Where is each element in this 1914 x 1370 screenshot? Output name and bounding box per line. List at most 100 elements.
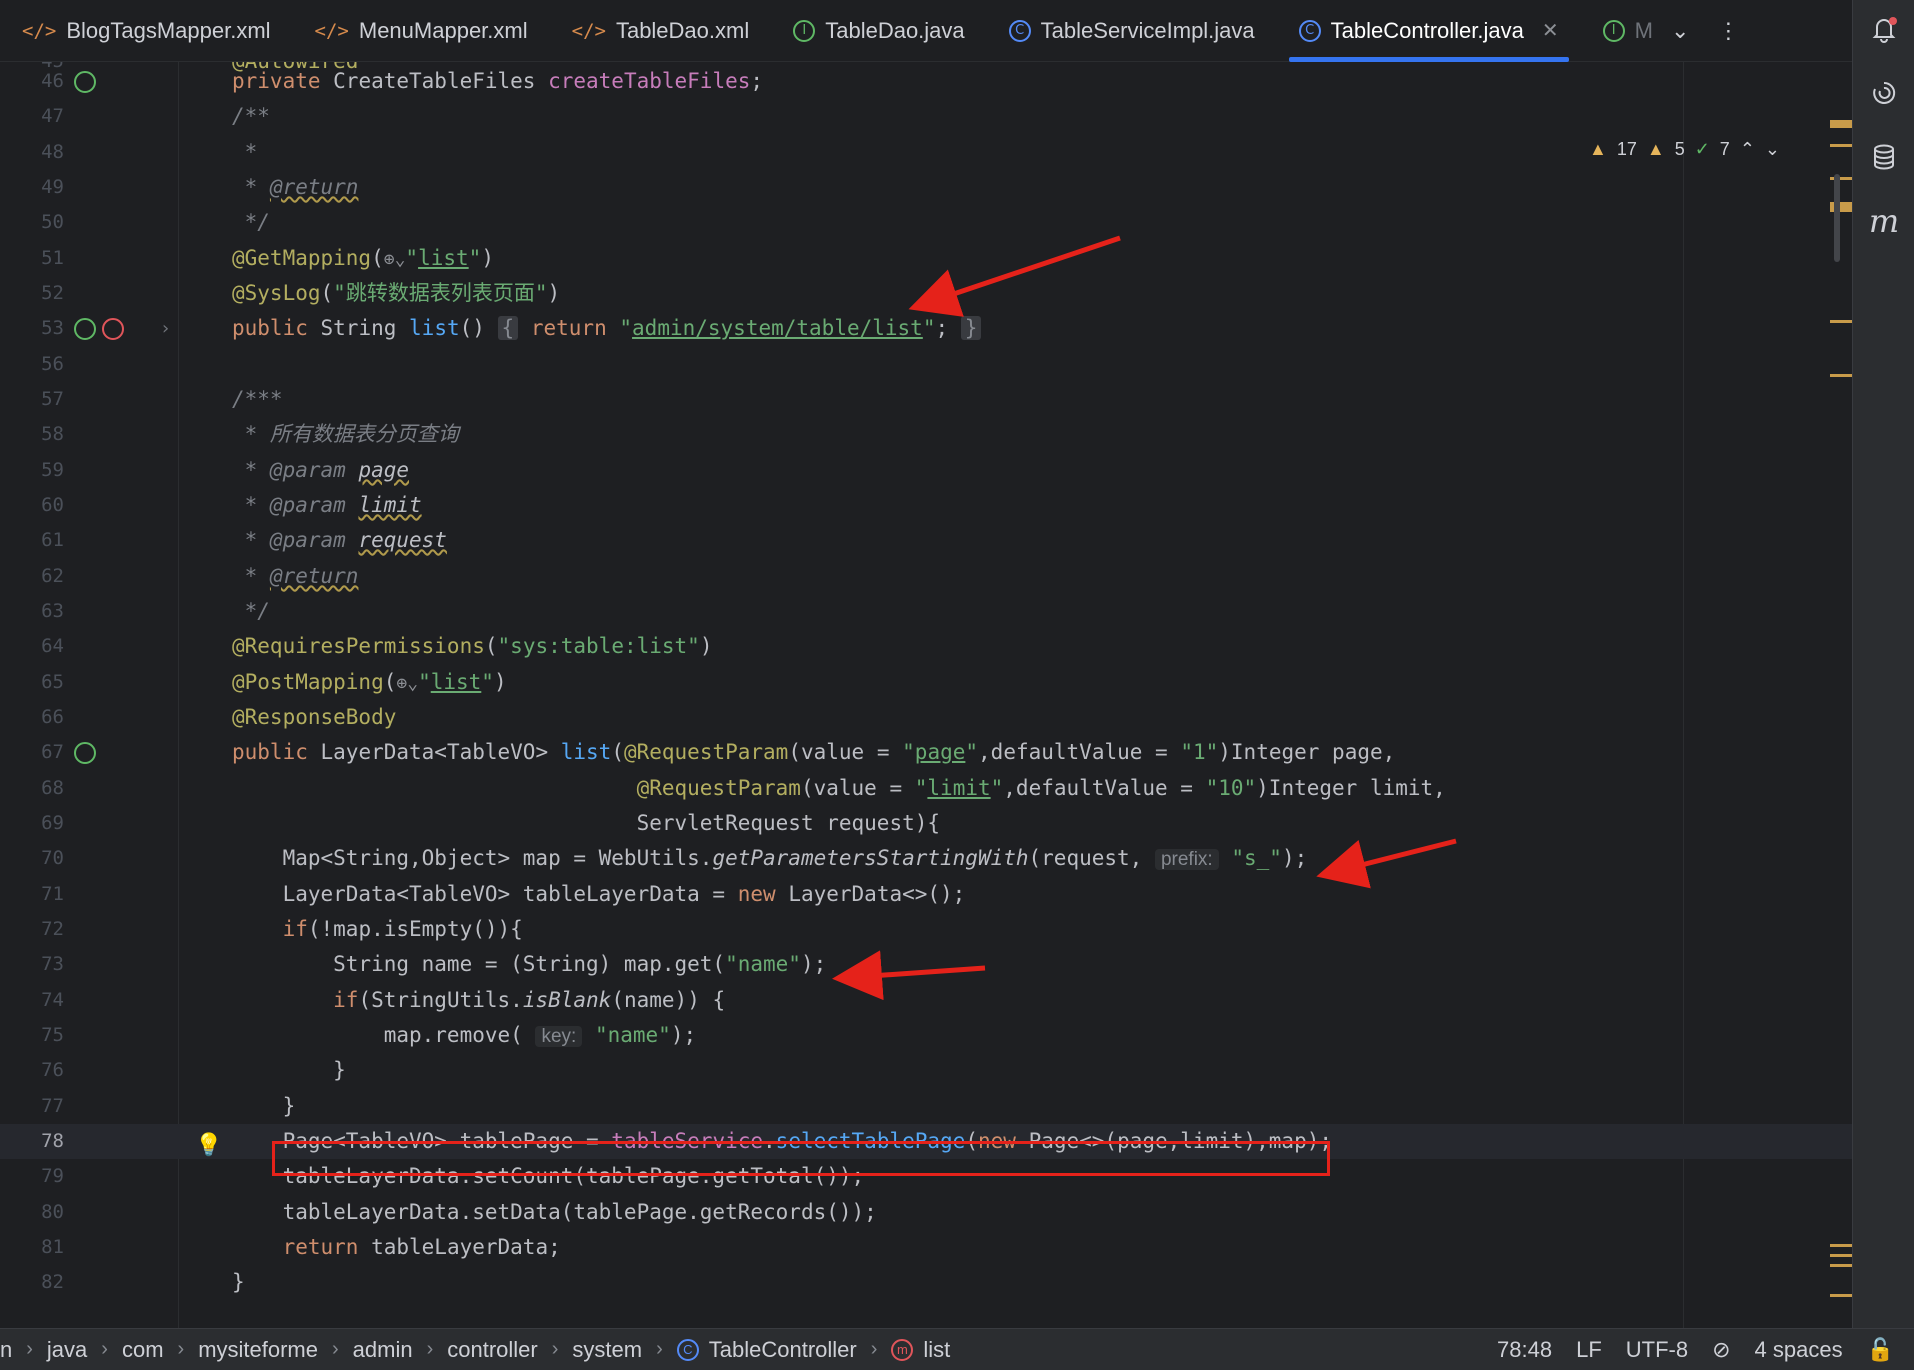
code-line: 67 public LayerData<TableVO> list(@Reques…: [41, 740, 1396, 764]
no-inspections-icon[interactable]: ⊘: [1712, 1337, 1730, 1363]
code-line: 70 Map<String,Object> map = WebUtils.get…: [41, 846, 1308, 870]
code-line: 65 @PostMapping(⊕⌄"list"): [41, 670, 507, 694]
line-separator[interactable]: LF: [1576, 1337, 1602, 1363]
chevron-right-icon: ›: [870, 1338, 878, 1360]
code-line: 64 @RequiresPermissions("sys:table:list"): [41, 634, 713, 658]
chevron-right-icon: ›: [426, 1338, 434, 1360]
file-encoding[interactable]: UTF-8: [1626, 1337, 1688, 1363]
scroll-marker[interactable]: [1830, 1254, 1852, 1257]
code-line: 72 if(!map.isEmpty()){: [41, 917, 523, 941]
chevron-right-icon: ›: [177, 1338, 185, 1360]
weak-warning-count: 5: [1674, 138, 1685, 159]
warning-count: 17: [1616, 138, 1637, 159]
code-line: 61 * @param request: [41, 528, 447, 552]
code-line: 82}: [41, 1270, 245, 1294]
chevron-right-icon: ›: [26, 1338, 33, 1360]
tab-label: TableServiceImpl.java: [1040, 17, 1255, 43]
web-endpoint-icon[interactable]: [74, 742, 96, 764]
breadcrumb-item[interactable]: TableController: [709, 1337, 857, 1363]
chevron-down-icon[interactable]: ⌄: [1657, 18, 1703, 44]
close-icon[interactable]: ✕: [1542, 18, 1559, 43]
database-icon[interactable]: [1865, 138, 1903, 176]
scroll-marker[interactable]: [1830, 1294, 1852, 1297]
code-line: 81 return tableLayerData;: [41, 1235, 561, 1259]
tab-label: TableDao.java: [825, 17, 965, 43]
tab-tabledao-java[interactable]: I TableDao.java: [771, 0, 986, 62]
tab-label: TableController.java: [1330, 17, 1524, 43]
tab-tablecontroller-java[interactable]: C TableController.java ✕: [1277, 0, 1581, 62]
bell-icon[interactable]: [1865, 10, 1903, 48]
tab-label: TableDao.xml: [615, 17, 750, 43]
code-line: 62 * @return: [41, 564, 359, 588]
code-line: 58 * 所有数据表分页查询: [41, 422, 459, 446]
web-endpoint-icon[interactable]: [74, 318, 96, 340]
code-line: 71 LayerData<TableVO> tableLayerData = n…: [41, 882, 966, 906]
breadcrumb-item[interactable]: system: [572, 1337, 642, 1363]
tab-tabledao-xml[interactable]: </> TableDao.xml: [550, 0, 772, 62]
xml-file-icon: </>: [314, 19, 349, 42]
aspect-icon[interactable]: [102, 318, 124, 340]
code-line: 59 * @param page: [41, 458, 410, 482]
interface-icon: I: [1602, 19, 1625, 42]
chevron-right-icon: ›: [551, 1338, 559, 1360]
scroll-marker[interactable]: [1830, 320, 1852, 323]
lock-icon[interactable]: 🔓: [1867, 1337, 1894, 1363]
scroll-marker[interactable]: [1830, 120, 1852, 128]
breadcrumb-item[interactable]: n: [0, 1337, 12, 1363]
code-line: 56: [41, 353, 64, 375]
cursor-position[interactable]: 78:48: [1497, 1337, 1552, 1363]
class-icon: C: [676, 1338, 699, 1361]
highlight-box: [272, 1141, 1330, 1176]
breadcrumb: n › java › com › mysiteforme › admin › contro…: [0, 1337, 950, 1363]
breadcrumb-item[interactable]: java: [47, 1337, 87, 1363]
scroll-marker[interactable]: [1830, 144, 1852, 147]
breadcrumb-item[interactable]: com: [122, 1337, 164, 1363]
tab-m[interactable]: IM: [1581, 0, 1657, 62]
breadcrumb-item[interactable]: admin: [353, 1337, 413, 1363]
class-icon: C: [1298, 19, 1321, 42]
ok-count: 7: [1719, 138, 1730, 159]
code-line: 46 private CreateTableFiles createTableFi…: [41, 69, 764, 93]
breadcrumb-item[interactable]: list: [923, 1337, 950, 1363]
code-line: 76 }: [41, 1058, 346, 1082]
lightbulb-icon[interactable]: 💡: [195, 1128, 222, 1163]
chevron-right-icon: ›: [656, 1338, 663, 1360]
tab-menumapper-xml[interactable]: </> MenuMapper.xml: [293, 0, 550, 62]
interface-icon: I: [793, 19, 816, 42]
xml-file-icon: </>: [22, 19, 57, 42]
code-line: 51 @GetMapping(⊕⌄"list"): [41, 246, 494, 270]
fold-chevron-icon[interactable]: ›: [160, 311, 171, 346]
tab-tableserviceimpl-java[interactable]: C TableServiceImpl.java: [987, 0, 1277, 62]
code-line: 75 map.remove( key: "name");: [41, 1023, 697, 1047]
bean-icon[interactable]: [74, 71, 96, 93]
breadcrumb-item[interactable]: mysiteforme: [198, 1337, 318, 1363]
inspection-widget[interactable]: ▲ 17 ▲ 5 ✓ 7 ⌃ ⌄: [1589, 134, 1780, 164]
code-line: 53 › public String list() { return "admin/…: [0, 311, 1852, 346]
code-line: 50 */: [41, 210, 270, 234]
code-line: 47/**: [41, 104, 270, 128]
chevron-down-icon[interactable]: ⌄: [1765, 139, 1780, 160]
code-editor[interactable]: ▲17 ▲5 ✓7 ⌃ ⌄ 45@Autowired 46private Cre…: [0, 62, 1852, 1328]
code-line: 52 @SysLog("跳转数据表列表页面"): [41, 281, 561, 305]
weak-warning-icon: ▲: [1646, 138, 1665, 159]
code-line: 69 ServletRequest request){: [41, 811, 941, 835]
code-line: 49 * @return: [41, 175, 359, 199]
check-icon: ✓: [1694, 138, 1710, 159]
warning-icon: ▲: [1589, 138, 1607, 159]
scroll-marker[interactable]: [1830, 374, 1852, 377]
scrollbar-thumb[interactable]: [1834, 174, 1840, 262]
chevron-up-icon[interactable]: ⌃: [1740, 139, 1755, 160]
code-line: 80 tableLayerData.setData(tablePage.getR…: [41, 1200, 877, 1224]
right-tool-strip: m: [1852, 0, 1914, 1328]
tab-blogtagsmapper-xml[interactable]: </> BlogTagsMapper.xml: [0, 0, 293, 62]
scroll-marker[interactable]: [1830, 1264, 1852, 1267]
ai-assistant-icon[interactable]: [1865, 74, 1903, 112]
code-line: 68 @RequestParam(value = "limit",default…: [41, 776, 1446, 800]
maven-icon[interactable]: m: [1865, 202, 1903, 240]
status-bar: n › java › com › mysiteforme › admin › contro…: [0, 1328, 1914, 1370]
more-vertical-icon[interactable]: ⋮: [1703, 18, 1753, 44]
breadcrumb-item[interactable]: controller: [447, 1337, 537, 1363]
indent-setting[interactable]: 4 spaces: [1755, 1337, 1843, 1363]
scroll-marker[interactable]: [1830, 1244, 1852, 1247]
class-icon: C: [1008, 19, 1031, 42]
